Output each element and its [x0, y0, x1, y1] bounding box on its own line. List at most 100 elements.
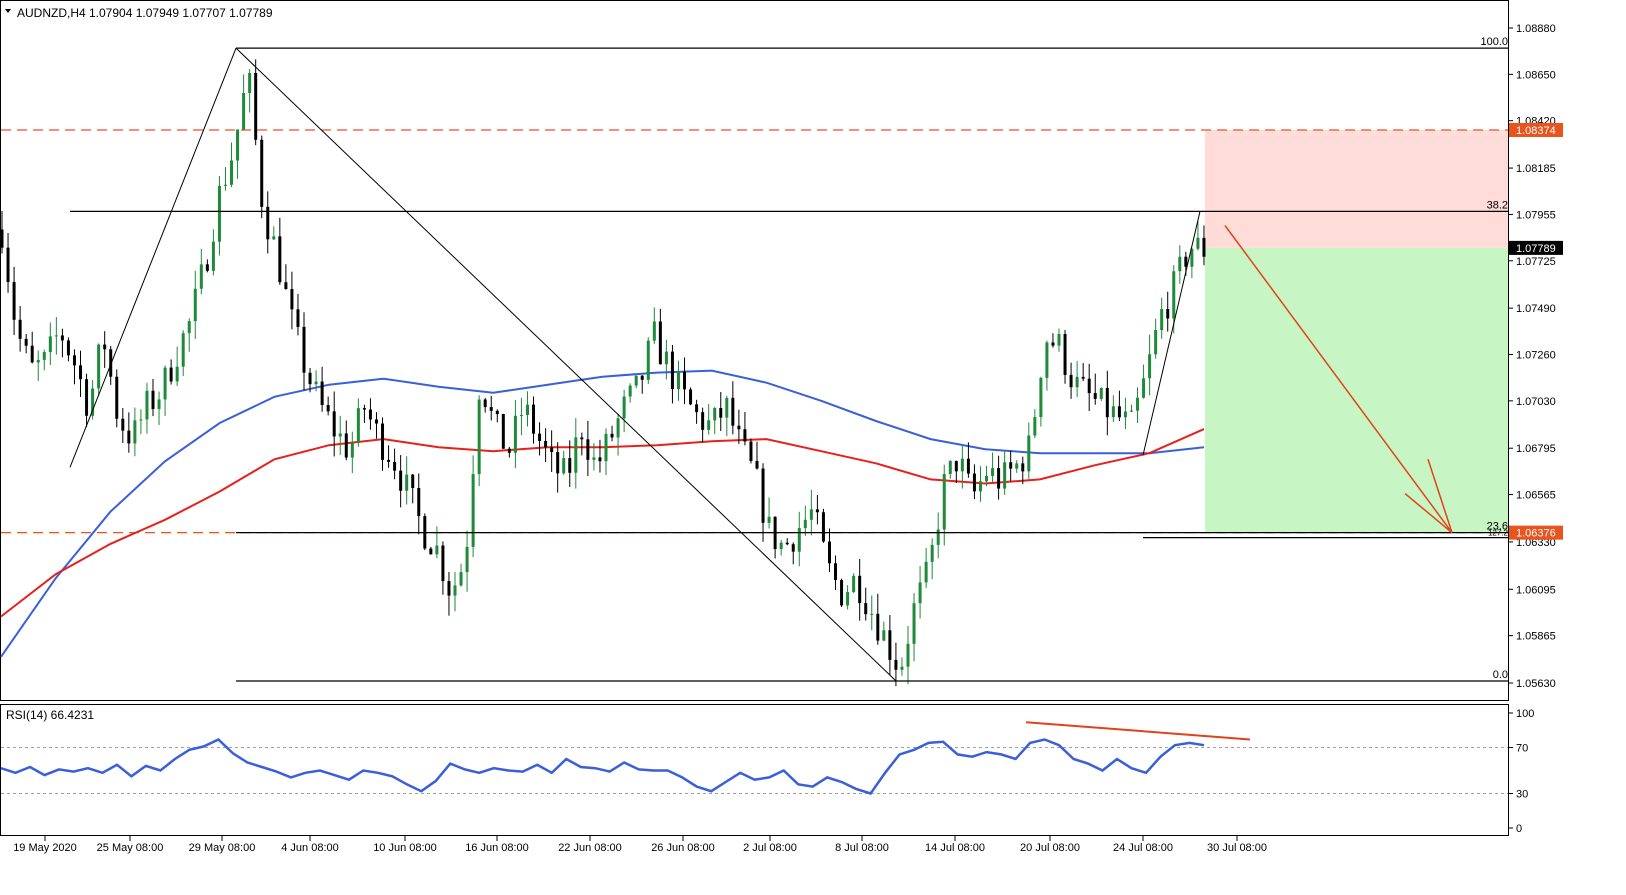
- candle-body: [163, 367, 167, 400]
- time-axis[interactable]: 19 May 2020 25 May 08:00 29 May 08:00 4 Jun…: [13, 836, 1267, 854]
- candle-body: [1142, 378, 1146, 398]
- candle-body: [852, 575, 856, 593]
- candle-body: [48, 336, 52, 353]
- candle-body: [1039, 377, 1043, 418]
- candle-body: [290, 289, 294, 310]
- fib-level-100-label: 100.0: [1480, 36, 1508, 48]
- price-axis-label: 1.05865: [1516, 631, 1556, 643]
- candle-body: [525, 404, 529, 415]
- candle-body: [978, 481, 982, 492]
- candle-body: [338, 433, 342, 437]
- chart-window[interactable]: 100.0 38.2 23.6 127.2 0.0 AUDNZD,H4 1.07…: [0, 0, 1626, 890]
- candle-body: [483, 399, 487, 408]
- candle-body: [1166, 309, 1170, 319]
- candle-body: [749, 441, 753, 461]
- ohlc-values: 1.07904 1.07949 1.07707 1.07789: [89, 6, 273, 20]
- candle-body: [791, 544, 795, 552]
- candle-body: [1075, 376, 1079, 388]
- candle-body: [821, 512, 825, 542]
- candle-body: [411, 474, 415, 489]
- candle-body: [562, 458, 566, 474]
- candle-body: [918, 582, 922, 604]
- candle-body: [507, 448, 511, 453]
- candle-body: [151, 390, 155, 410]
- candle-body: [737, 425, 741, 430]
- price-chart[interactable]: 100.0 38.2 23.6 127.2 0.0 AUDNZD,H4 1.07…: [0, 0, 1626, 890]
- price-axis-label: 1.08880: [1516, 23, 1556, 35]
- candle-body: [713, 407, 717, 421]
- candle-body: [1069, 374, 1073, 388]
- candle-body: [350, 442, 354, 458]
- candle-body: [24, 338, 28, 346]
- candle-body: [761, 468, 765, 523]
- candle-body: [387, 459, 391, 462]
- candle-body: [236, 129, 240, 161]
- candle-body: [882, 630, 886, 641]
- candle-body: [441, 545, 445, 582]
- fib-level-127-2-label: 127.2: [1488, 529, 1509, 538]
- candle-body: [1123, 411, 1127, 418]
- candle-body: [326, 405, 330, 412]
- candle-body: [205, 264, 209, 271]
- candle-body: [1154, 330, 1158, 355]
- candle-body: [809, 509, 813, 520]
- candle-body: [906, 643, 910, 667]
- candle-body: [169, 367, 173, 382]
- candle-body: [876, 613, 880, 641]
- stop-price-tag-text: 1.08374: [1516, 125, 1556, 137]
- candle-body: [115, 376, 119, 419]
- candle-body: [399, 470, 403, 491]
- price-axis-label: 1.05630: [1516, 678, 1556, 690]
- candle-body: [127, 430, 131, 444]
- candle-body: [314, 381, 318, 385]
- candle-body: [1184, 256, 1188, 267]
- candle-body: [157, 399, 161, 410]
- candle-body: [60, 335, 64, 341]
- candle-body: [870, 613, 874, 615]
- price-axis-label: 1.08650: [1516, 69, 1556, 81]
- candle-body: [465, 546, 469, 573]
- time-axis-label: 29 May 08:00: [189, 842, 256, 854]
- candle-body: [139, 419, 143, 421]
- candle-body: [695, 404, 699, 413]
- candle-body: [827, 541, 831, 564]
- candle-body: [930, 544, 934, 562]
- candle-body: [767, 516, 771, 523]
- candle-body: [85, 379, 89, 416]
- candle-body: [181, 333, 185, 367]
- candle-body: [532, 404, 536, 434]
- candle-body: [1045, 342, 1049, 378]
- candle-body: [1136, 397, 1140, 411]
- candle-body: [556, 452, 560, 474]
- candle-body: [1021, 463, 1025, 472]
- candle-body: [393, 461, 397, 471]
- candle-body: [513, 415, 517, 453]
- price-axis-label: 1.07725: [1516, 256, 1556, 268]
- candle-body: [785, 542, 789, 545]
- candle-body: [936, 529, 940, 545]
- candle-body: [417, 488, 421, 517]
- candle-body: [598, 457, 602, 462]
- candle-body: [683, 371, 687, 390]
- candle-body: [840, 579, 844, 606]
- candle-body: [356, 408, 360, 443]
- candle-body: [743, 429, 747, 442]
- candle-body: [676, 371, 680, 390]
- candle-body: [550, 447, 554, 453]
- price-axis-label: 1.07955: [1516, 209, 1556, 221]
- candle-body: [966, 458, 970, 474]
- candle-body: [574, 437, 578, 473]
- candle-body: [495, 410, 499, 414]
- candle-body: [634, 375, 638, 386]
- candle-body: [1057, 333, 1061, 346]
- candle-body: [1202, 237, 1206, 257]
- stop-loss-zone: [1205, 129, 1508, 248]
- time-axis-label: 4 Jun 08:00: [281, 842, 339, 854]
- candle-body: [97, 344, 101, 389]
- candle-body: [544, 440, 548, 448]
- rsi-axis-label: 100: [1516, 708, 1534, 720]
- candle-body: [211, 241, 215, 271]
- candle-body: [997, 468, 1001, 489]
- candle-body: [1009, 462, 1013, 469]
- candle-body: [858, 575, 862, 604]
